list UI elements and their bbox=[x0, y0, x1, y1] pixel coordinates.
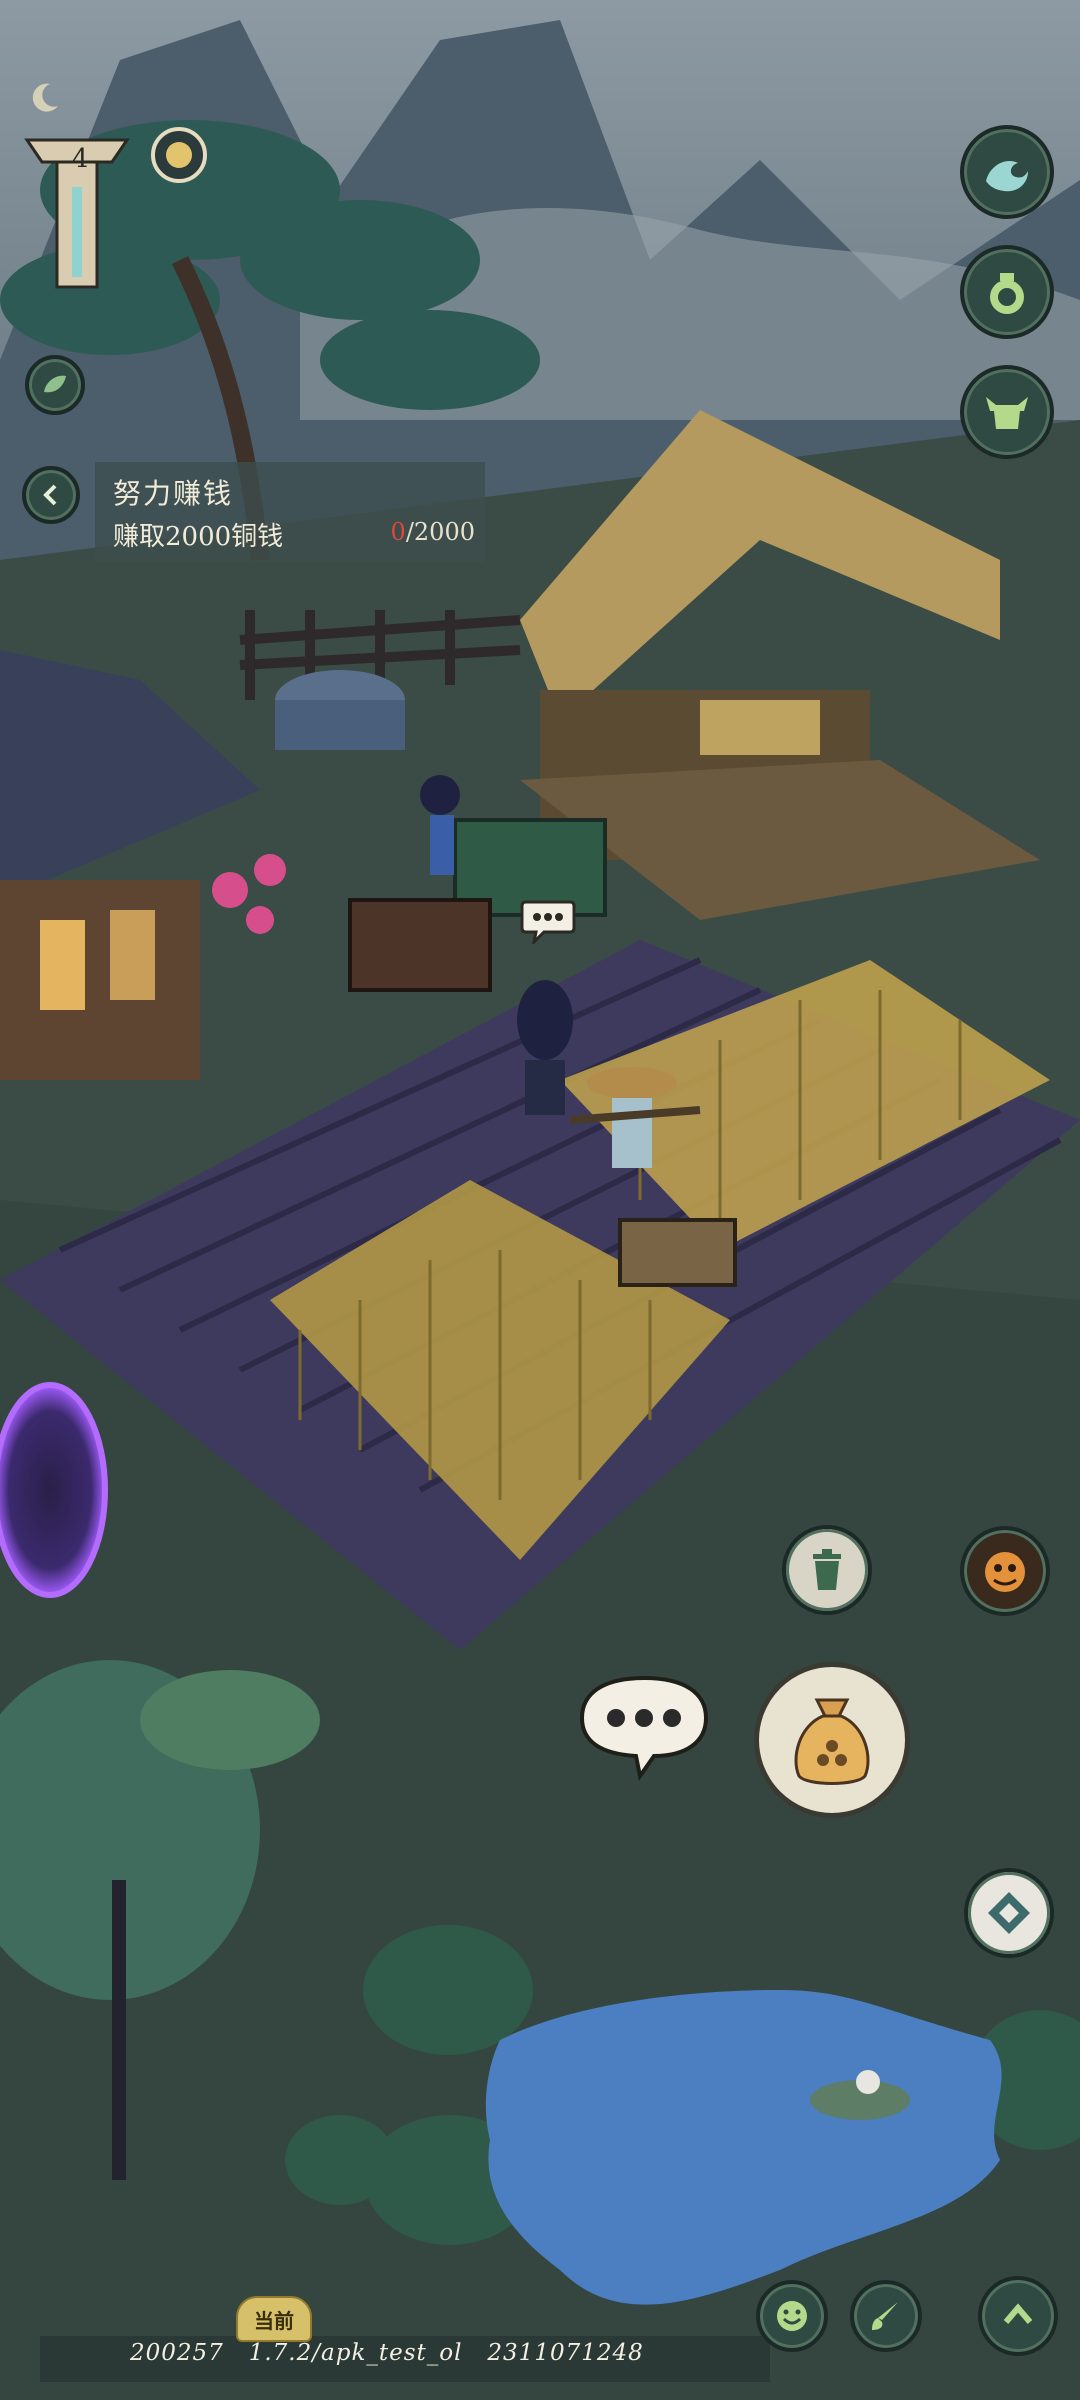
day-number: 4 bbox=[72, 144, 89, 174]
diamond-button[interactable] bbox=[964, 1868, 1054, 1958]
brush-icon bbox=[872, 2302, 898, 2330]
wave-icon bbox=[986, 161, 1028, 192]
speech-bubble-icon bbox=[579, 1675, 709, 1781]
leaf-menu-button[interactable] bbox=[25, 355, 85, 415]
smile-icon bbox=[777, 2301, 807, 2331]
quest-title: 努力赚钱 bbox=[113, 477, 234, 510]
pot-icon bbox=[990, 273, 1024, 314]
crescent-moon-icon bbox=[28, 80, 62, 114]
chevron-left-icon bbox=[43, 484, 57, 506]
trash-button[interactable] bbox=[782, 1525, 872, 1615]
ox-button[interactable] bbox=[960, 365, 1054, 459]
sun-disc-icon[interactable] bbox=[150, 126, 208, 184]
game-scene bbox=[0, 0, 1080, 2400]
wave-button[interactable] bbox=[960, 125, 1054, 219]
ellipsis-bubble-icon bbox=[520, 900, 576, 947]
ellipsis-bubble[interactable] bbox=[520, 898, 576, 947]
chevron-up-icon bbox=[1003, 2303, 1033, 2324]
leaf-icon bbox=[44, 375, 66, 393]
quest-description: 赚取2000铜钱 bbox=[113, 522, 284, 552]
chat-bubble-button[interactable] bbox=[578, 1672, 710, 1782]
lion-dance-icon bbox=[985, 1552, 1025, 1592]
emoji-button[interactable] bbox=[756, 2280, 828, 2352]
trash-icon bbox=[813, 1549, 841, 1590]
current-badge[interactable]: 当前 bbox=[236, 2296, 312, 2342]
quest-collapse-button[interactable] bbox=[22, 466, 80, 524]
brush-button[interactable] bbox=[850, 2280, 922, 2352]
version-text: 200257 1.7.2/apk_test_ol 2311071248 bbox=[130, 2340, 644, 2366]
quest-progress-total: /2000 bbox=[405, 518, 475, 546]
scroll-up-button[interactable] bbox=[978, 2276, 1058, 2356]
quest-panel[interactable]: 努力赚钱 赚取2000铜钱 0/2000 bbox=[95, 462, 485, 562]
quest-progress: 0/2000 bbox=[391, 518, 475, 546]
diamond-compass-icon bbox=[988, 1892, 1030, 1934]
quest-progress-current: 0 bbox=[390, 518, 406, 546]
lion-dance-button[interactable] bbox=[960, 1526, 1050, 1616]
current-badge-label: 当前 bbox=[254, 2308, 294, 2333]
pot-button[interactable] bbox=[960, 245, 1054, 339]
seed-bag-icon bbox=[794, 1698, 870, 1785]
seed-bag-button[interactable] bbox=[754, 1662, 910, 1818]
ox-icon bbox=[986, 397, 1028, 429]
